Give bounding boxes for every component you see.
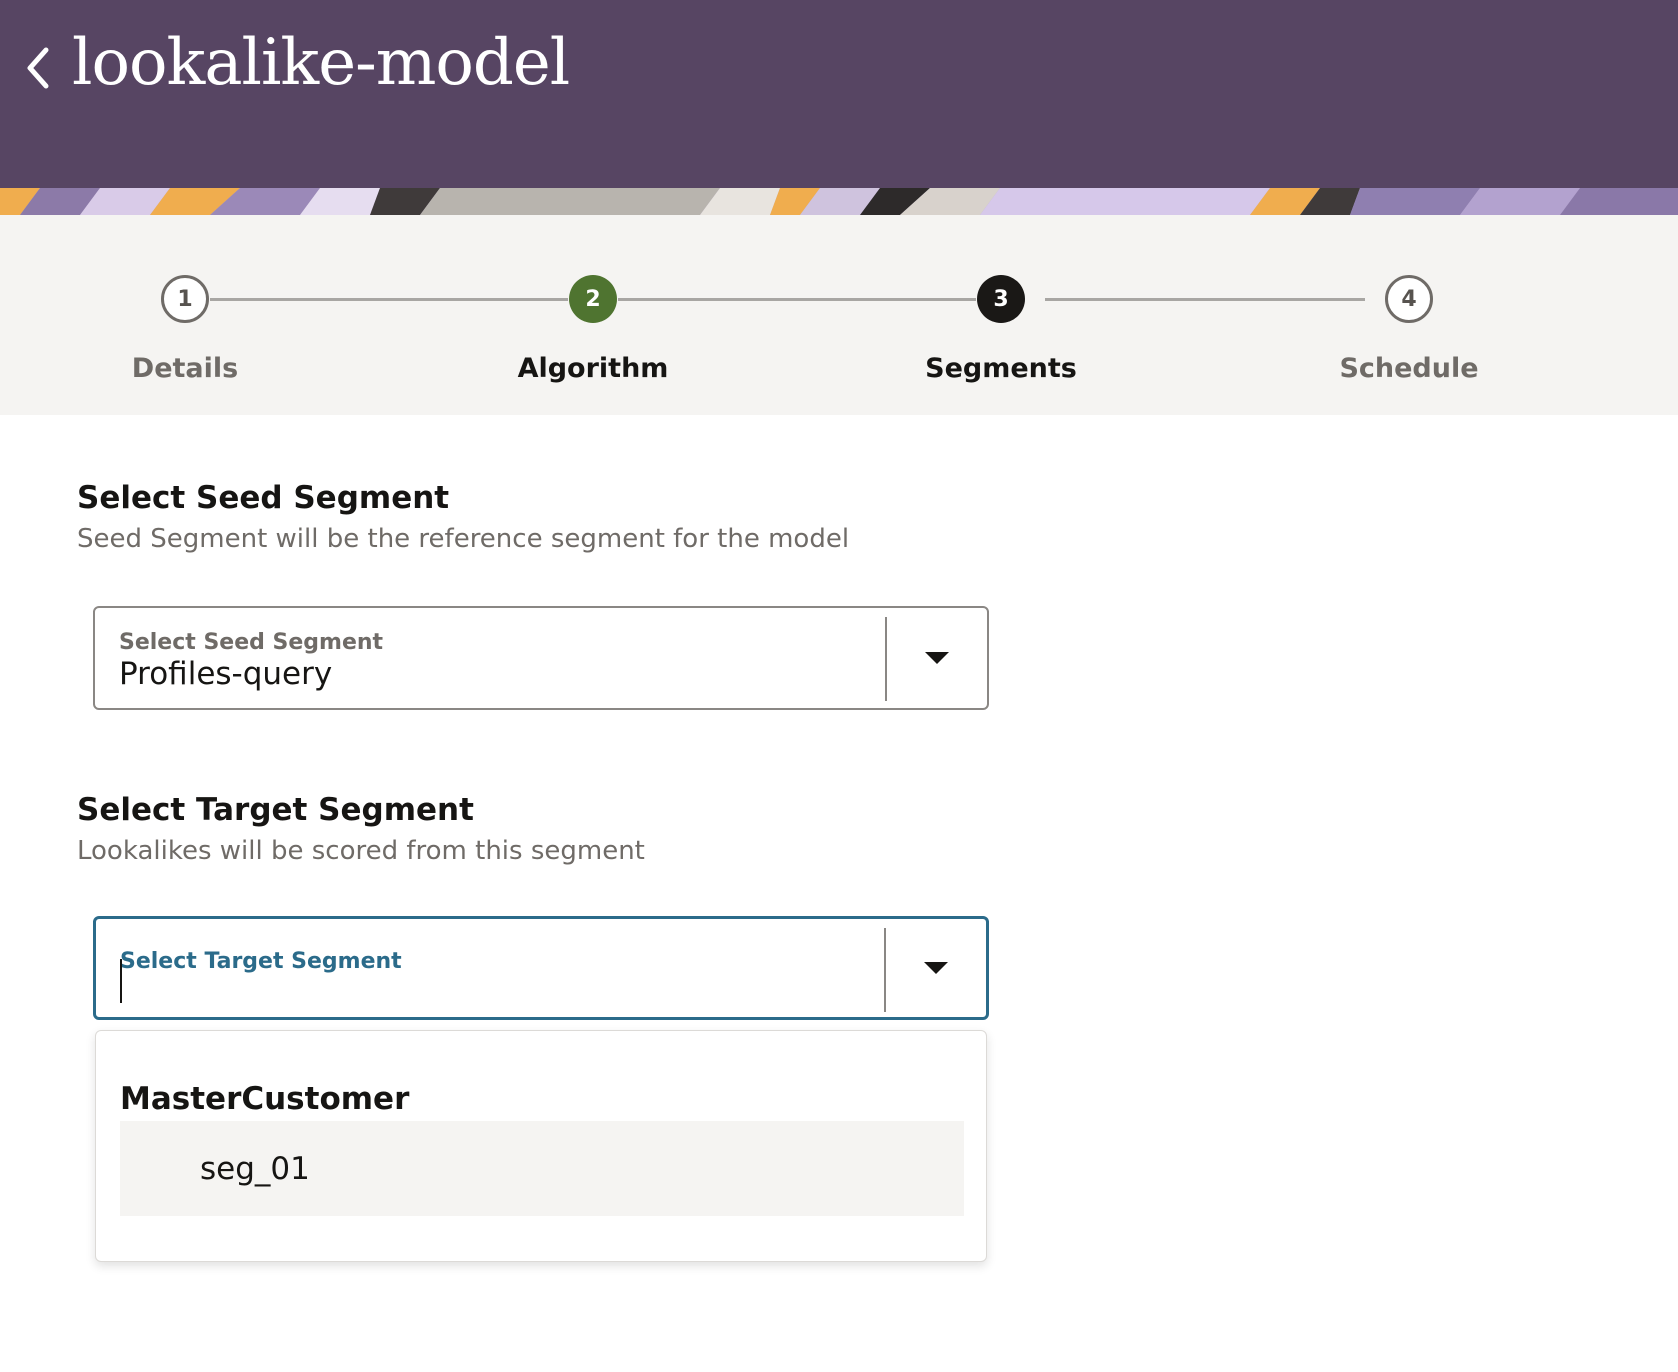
- target-section-description: Lookalikes will be scored from this segm…: [77, 836, 645, 866]
- target-dropdown-toggle[interactable]: [886, 919, 986, 1017]
- decorative-banner: [0, 188, 1678, 215]
- page-title: lookalike-model: [72, 26, 570, 100]
- page-header: lookalike-model: [0, 0, 1678, 188]
- step-train: 1 Details 2 Algorithm 3 Segments 4 Sched…: [0, 215, 1678, 415]
- step-number: 4: [1385, 275, 1433, 323]
- step-number: 1: [161, 275, 209, 323]
- caret-down-icon: [925, 652, 949, 664]
- target-segment-dropdown: MasterCustomer seg_01: [95, 1030, 987, 1262]
- chevron-left-icon: [27, 47, 49, 89]
- step-label: Segments: [925, 353, 1077, 384]
- option-group-header: MasterCustomer: [120, 1081, 410, 1117]
- option-label: seg_01: [200, 1151, 310, 1187]
- seed-segment-value: Profiles-query: [119, 656, 333, 692]
- step-label: Schedule: [1339, 353, 1479, 384]
- target-segment-label: Select Target Segment: [120, 949, 402, 974]
- step-label: Details: [131, 353, 239, 384]
- option-seg-01[interactable]: seg_01: [120, 1121, 964, 1216]
- seed-section-title: Select Seed Segment: [77, 480, 450, 516]
- caret-down-icon: [924, 962, 948, 974]
- seed-segment-select[interactable]: Select Seed Segment Profiles-query: [93, 606, 989, 710]
- target-section-title: Select Target Segment: [77, 792, 474, 828]
- seed-segment-label: Select Seed Segment: [119, 630, 384, 655]
- step-number: 2: [569, 275, 617, 323]
- train-connector: [210, 298, 568, 301]
- target-segment-select[interactable]: Select Target Segment: [93, 916, 989, 1020]
- step-number: 3: [977, 275, 1025, 323]
- step-label: Algorithm: [517, 353, 669, 384]
- seed-dropdown-toggle[interactable]: [887, 608, 987, 708]
- text-cursor: [120, 959, 122, 1003]
- back-button[interactable]: [22, 40, 58, 96]
- train-connector: [1045, 298, 1365, 301]
- seed-section-description: Seed Segment will be the reference segme…: [77, 524, 850, 554]
- train-connector: [618, 298, 976, 301]
